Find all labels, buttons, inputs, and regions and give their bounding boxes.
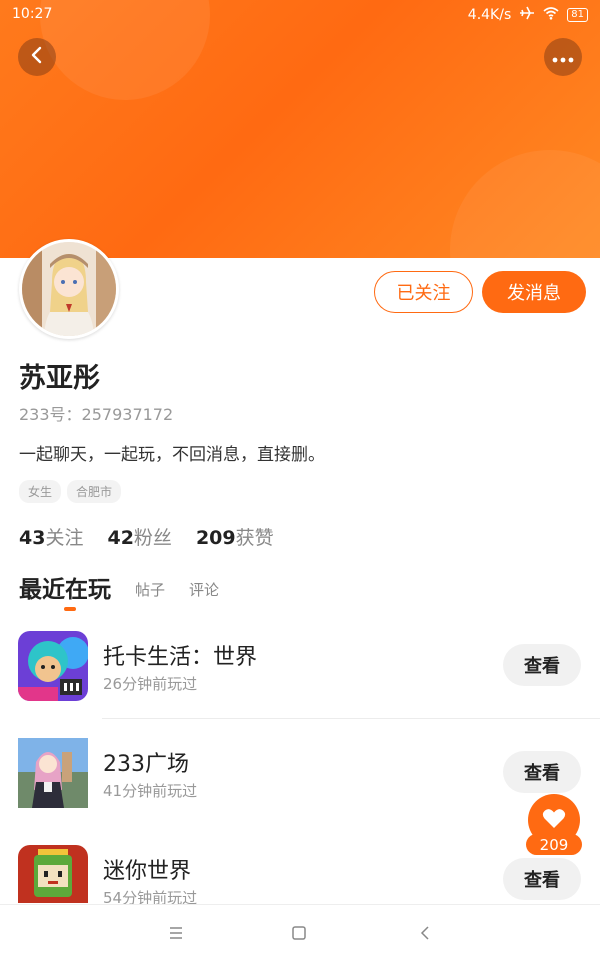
avatar[interactable] [19,239,119,339]
status-right: 4.4K/s 81 [468,6,588,24]
battery-indicator: 81 [567,8,588,22]
game-icon-mini-world [18,845,88,903]
tab-label: 最近在玩 [19,577,111,603]
divider [102,718,600,719]
list-item[interactable]: 233广场 41分钟前玩过 查看 [0,727,600,834]
game-last-played: 26分钟前玩过 [103,675,198,693]
system-navigation-bar [0,904,600,960]
like-floating-button[interactable]: 209 [526,794,582,858]
profile-bio: 一起聊天，一起玩，不回消息，直接删。 [19,445,325,465]
like-count: 209 [526,834,582,855]
stat-following[interactable]: 43关注 [19,523,83,550]
stat-label: 获赞 [235,527,274,549]
view-game-button[interactable]: 查看 [503,751,581,793]
banner-decoration [450,150,600,258]
status-bar: 10:27 4.4K/s 81 [0,0,600,30]
profile-stats: 43关注 42粉丝 209获赞 [19,523,274,550]
home-icon[interactable] [287,921,311,945]
stat-number: 42 [107,527,134,549]
game-title: 迷你世界 [103,859,192,884]
list-item[interactable]: 托卡生活：世界 26分钟前玩过 查看 [0,620,600,727]
profile-banner [0,0,600,258]
stat-followers[interactable]: 42粉丝 [107,523,171,550]
tab-indicator [64,607,76,611]
status-time: 10:27 [12,6,53,22]
profile-uid: 233号：257937172 [19,405,174,424]
profile-tags: 女生 合肥市 [19,480,122,503]
stat-number: 209 [195,527,236,549]
view-game-button[interactable]: 查看 [503,644,581,686]
tag-city: 合肥市 [67,480,122,503]
tab-posts[interactable]: 帖子 [135,579,165,604]
network-speed: 4.4K/s [467,7,512,23]
menu-icon[interactable] [164,921,188,945]
game-icon-233-plaza [18,738,88,808]
view-game-button[interactable]: 查看 [503,858,581,900]
profile-tabs: 最近在玩 帖子 评论 [19,570,219,611]
tab-recently-played[interactable]: 最近在玩 [19,570,111,611]
heart-icon [542,808,566,833]
airplane-icon [519,6,535,24]
avatar-illustration [22,242,116,336]
followed-button[interactable]: 已关注 [374,271,473,313]
game-title: 233广场 [103,752,189,777]
stat-label: 关注 [45,527,84,549]
game-last-played: 41分钟前玩过 [103,782,198,800]
recent-games-list: 托卡生活：世界 26分钟前玩过 查看 233广场 41分钟前玩过 查看 迷你世界… [0,620,600,941]
tab-comments[interactable]: 评论 [189,579,219,604]
send-message-button[interactable]: 发消息 [482,271,586,313]
tag-gender: 女生 [19,480,62,503]
game-icon-toca [18,631,88,701]
stat-label: 粉丝 [133,527,172,549]
game-title: 托卡生活：世界 [103,645,258,670]
stat-likes: 209获赞 [196,523,274,550]
profile-name: 苏亚彤 [19,363,100,394]
back-nav-icon[interactable] [413,921,437,945]
more-dots-icon [552,48,574,67]
back-button[interactable] [18,38,56,76]
chevron-left-icon [30,46,44,68]
stat-number: 43 [19,527,46,549]
more-options-button[interactable] [544,38,582,76]
wifi-icon [543,6,559,24]
